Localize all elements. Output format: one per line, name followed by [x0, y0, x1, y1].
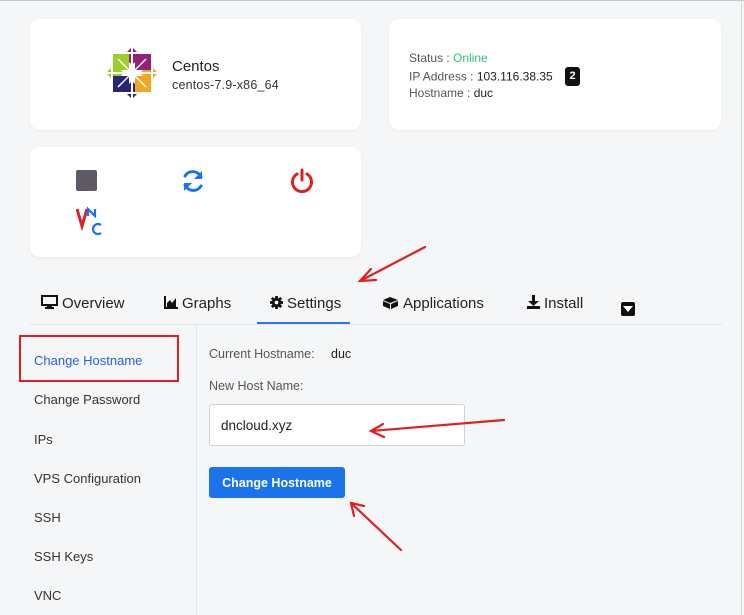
tab-install-label: Install [544, 295, 584, 312]
sidebar-item-vps-configuration[interactable]: VPS Configuration [34, 471, 141, 486]
sidebar-item-change-password[interactable]: Change Password [34, 392, 140, 407]
ip-count-badge[interactable]: 2 [565, 67, 581, 86]
tab-graphs[interactable]: Graphs [164, 295, 231, 312]
change-hostname-button[interactable]: Change Hostname [209, 467, 345, 498]
status-row: Status : Online [409, 51, 488, 65]
centos-logo-icon [106, 47, 158, 99]
annotation-highlight-box [19, 335, 179, 382]
hostname-row: Hostname : duc [409, 86, 493, 100]
current-hostname-label: Current Hostname: [209, 347, 315, 361]
tab-applications[interactable]: Applications [382, 295, 484, 312]
sidebar-divider [196, 325, 197, 615]
new-hostname-label: New Host Name: [209, 379, 304, 393]
monitor-icon [41, 295, 58, 309]
os-name: Centos [172, 58, 220, 75]
tab-bar: Overview Graphs Settings Applications In… [30, 285, 722, 325]
server-info-card: Status : Online IP Address : 103.116.38.… [389, 19, 721, 130]
tab-overview[interactable]: Overview [41, 295, 125, 312]
ip-row: IP Address : 103.116.38.35 2 [409, 67, 581, 87]
sidebar-item-ssh-keys[interactable]: SSH Keys [34, 549, 93, 564]
vnc-icon[interactable] [76, 206, 106, 236]
gear-icon [270, 296, 283, 309]
sidebar-item-ips[interactable]: IPs [34, 432, 53, 447]
status-value: Online [453, 51, 488, 65]
tab-graphs-label: Graphs [182, 295, 232, 312]
stop-icon[interactable] [76, 170, 97, 191]
refresh-icon[interactable] [180, 168, 206, 194]
sidebar-item-vnc[interactable]: VNC [34, 588, 61, 603]
new-hostname-input[interactable] [209, 404, 465, 446]
download-icon [527, 295, 540, 309]
tab-overview-label: Overview [62, 295, 125, 312]
caret-down-icon [623, 306, 633, 312]
power-actions-card [30, 147, 361, 257]
area-chart-icon [164, 296, 178, 309]
tab-settings[interactable]: Settings [270, 295, 341, 312]
power-icon[interactable] [289, 168, 315, 194]
os-version: centos-7.9-x86_64 [172, 78, 279, 92]
os-card: Centos centos-7.9-x86_64 [30, 19, 361, 130]
tab-settings-label: Settings [287, 295, 342, 312]
status-label: Status : [409, 51, 450, 65]
annotation-arrow-button [349, 501, 403, 552]
hostname-label: Hostname : [409, 86, 471, 100]
more-tabs-dropdown[interactable] [621, 302, 635, 316]
boxes-icon [383, 297, 398, 309]
tab-install[interactable]: Install [527, 295, 583, 312]
annotation-arrow-settings [357, 245, 427, 283]
hostname-value: duc [473, 86, 494, 100]
sidebar-item-ssh[interactable]: SSH [34, 510, 61, 525]
tab-applications-label: Applications [403, 295, 484, 312]
right-border [741, 0, 742, 615]
ip-label: IP Address : [409, 69, 474, 84]
current-hostname-value: duc [331, 347, 352, 361]
ip-value: 103.116.38.35 [476, 69, 553, 84]
top-border [0, 0, 744, 1]
active-tab-indicator [257, 322, 350, 324]
